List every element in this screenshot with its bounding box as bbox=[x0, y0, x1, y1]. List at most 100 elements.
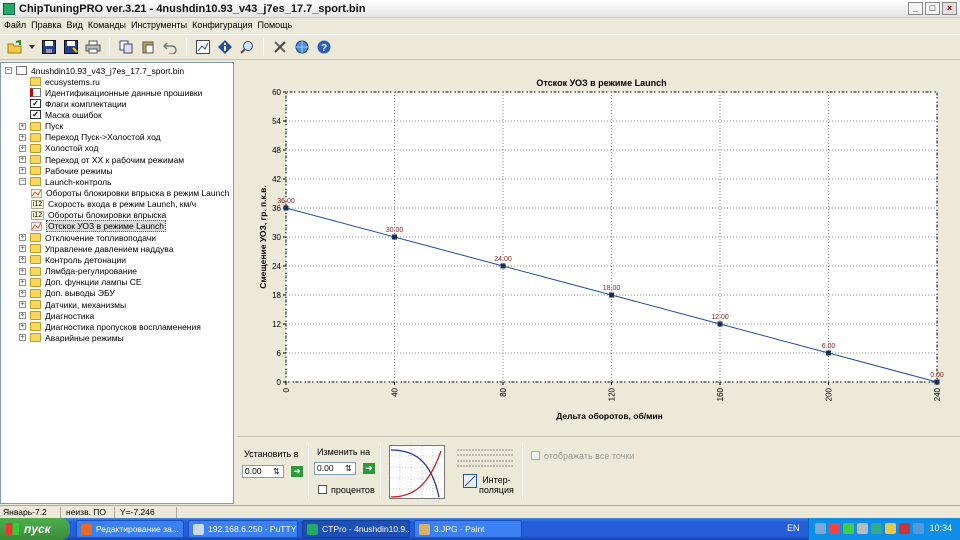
tree-item[interactable]: + Холостой ход bbox=[19, 143, 98, 154]
expand-icon[interactable]: + bbox=[19, 323, 26, 331]
expand-icon[interactable]: + bbox=[19, 133, 26, 141]
tree-item[interactable]: + Управление давлением наддува bbox=[19, 243, 173, 254]
tree-item[interactable]: + Переход от ХХ к рабочим режимам bbox=[19, 154, 184, 165]
task-firefox[interactable]: Редактирование за... bbox=[76, 520, 184, 538]
menu-tools[interactable]: Инструменты bbox=[130, 18, 191, 32]
tree-item[interactable]: + Лямбда-регулирование bbox=[19, 266, 137, 277]
tree-item[interactable]: ecusystems.ru bbox=[19, 76, 100, 87]
collapse-icon[interactable]: − bbox=[19, 178, 26, 186]
language-indicator[interactable]: EN bbox=[787, 523, 800, 533]
network-tray-icon[interactable] bbox=[815, 523, 826, 534]
interpolation-button[interactable]: Интер- поляция bbox=[479, 475, 514, 495]
apply-change-button[interactable]: ➜ bbox=[363, 463, 375, 474]
tree-item[interactable]: + Пуск bbox=[19, 121, 63, 132]
expand-icon[interactable]: + bbox=[19, 267, 26, 275]
chart[interactable]: 0 6 12 18 24 30 36 42 48 54 60 0 40 80 120 160 200 240 Отс… bbox=[237, 62, 960, 434]
status-separator bbox=[114, 507, 115, 518]
tree-item[interactable]: + Доп. функции лампы CE bbox=[19, 277, 142, 288]
data-point bbox=[934, 379, 940, 385]
tree-item[interactable]: Идентификационные данные прошивки bbox=[19, 87, 202, 98]
show-all-points-checkbox[interactable] bbox=[531, 451, 540, 460]
volume-icon[interactable] bbox=[913, 523, 924, 534]
undo-icon[interactable] bbox=[161, 38, 179, 56]
expand-icon[interactable]: + bbox=[19, 144, 26, 152]
menu-configuration[interactable]: Конфигурация bbox=[191, 18, 256, 32]
expand-icon[interactable]: + bbox=[19, 278, 26, 286]
task-ctpro[interactable]: CTPro - 4nushdin10.9... bbox=[302, 520, 410, 538]
expand-icon[interactable]: + bbox=[19, 245, 26, 253]
antivirus-tray-icon[interactable] bbox=[829, 523, 840, 534]
network-icon[interactable] bbox=[293, 38, 311, 56]
chart-view-icon[interactable] bbox=[194, 38, 212, 56]
expand-icon[interactable]: + bbox=[19, 167, 26, 175]
tray-icon[interactable] bbox=[899, 523, 910, 534]
tree-item[interactable]: + Доп. выводы ЭБУ bbox=[19, 288, 115, 299]
tree-item[interactable]: + Рабочие режимы bbox=[19, 165, 113, 176]
tree-item[interactable]: Обороты блокировки впрыска в режим Launc… bbox=[31, 188, 229, 199]
tree-item[interactable]: + Диагностика bbox=[19, 310, 94, 321]
tray-icon[interactable] bbox=[871, 523, 882, 534]
search-icon[interactable] bbox=[238, 38, 256, 56]
tray-icon[interactable] bbox=[857, 523, 868, 534]
help-icon[interactable]: ? bbox=[315, 38, 333, 56]
tray-icon[interactable] bbox=[885, 523, 896, 534]
expand-icon[interactable]: + bbox=[19, 289, 26, 297]
tree-item[interactable]: − Launch-контроль bbox=[19, 176, 112, 187]
expand-icon[interactable]: + bbox=[19, 256, 26, 264]
interpolation-slider-icon[interactable] bbox=[456, 445, 514, 467]
close-button[interactable]: × bbox=[942, 2, 957, 15]
y-axis-label: Смещение УОЗ, гр. п.к.в. bbox=[258, 185, 268, 288]
change-value-input[interactable]: 0.00 ⇅ bbox=[314, 462, 356, 475]
tree-item[interactable]: + Отключение топливоподачи bbox=[19, 232, 156, 243]
curve-shape-icon[interactable] bbox=[389, 445, 445, 499]
tree-item[interactable]: ✓ Маска ошибок bbox=[19, 109, 102, 120]
spin-icon[interactable]: ⇅ bbox=[273, 467, 282, 476]
start-button[interactable]: пуск bbox=[0, 518, 70, 540]
info-icon[interactable] bbox=[216, 38, 234, 56]
collapse-icon[interactable]: − bbox=[5, 67, 12, 74]
open-icon[interactable] bbox=[6, 38, 24, 56]
tree-item[interactable]: + Диагностика пропусков воспламенения bbox=[19, 321, 201, 332]
spin-icon[interactable]: ⇅ bbox=[345, 464, 354, 473]
tree-item[interactable]: i12 Обороты блокировки впрыска bbox=[31, 210, 166, 221]
menu-commands[interactable]: Команды bbox=[87, 18, 130, 32]
tree-item[interactable]: + Переход Пуск->Холостой ход bbox=[19, 132, 161, 143]
expand-icon[interactable]: + bbox=[19, 301, 26, 308]
paste-icon[interactable] bbox=[139, 38, 157, 56]
task-paint[interactable]: 3.JPG - Paint bbox=[414, 520, 522, 538]
expand-icon[interactable]: + bbox=[19, 312, 26, 320]
tray-icon[interactable] bbox=[843, 523, 854, 534]
expand-icon[interactable]: + bbox=[19, 122, 26, 130]
menu-file[interactable]: Файл bbox=[3, 18, 30, 32]
menu-view[interactable]: Вид bbox=[66, 18, 87, 32]
tree-item[interactable]: ✓ Флаги комплектации bbox=[19, 98, 126, 109]
chart-title: Отскок УОЗ в режиме Launch bbox=[536, 78, 666, 88]
expand-icon[interactable]: + bbox=[19, 334, 26, 342]
copy-icon[interactable] bbox=[117, 38, 135, 56]
interpolation-icon[interactable] bbox=[463, 474, 477, 488]
tree-item[interactable]: + Датчики, механизмы bbox=[19, 299, 126, 310]
dropdown-icon[interactable] bbox=[28, 38, 36, 56]
panel-separator bbox=[380, 443, 381, 499]
tree-item[interactable]: i12 Скорость входа в режим Launch, км/ч bbox=[31, 199, 196, 210]
set-value-input[interactable]: 0.00 ⇅ bbox=[242, 465, 284, 478]
tree-item[interactable]: + Аварийные режимы bbox=[19, 332, 124, 343]
maximize-button[interactable]: □ bbox=[925, 2, 940, 15]
tree-item[interactable]: + Контроль детонации bbox=[19, 254, 126, 265]
task-putty[interactable]: 192.168.6.250 - PuTTY bbox=[188, 520, 298, 538]
print-icon[interactable] bbox=[84, 38, 102, 56]
save-as-icon[interactable] bbox=[62, 38, 80, 56]
tree-root[interactable]: − 4nushdin10.93_v43_j7es_17.7_sport.bin bbox=[5, 65, 184, 76]
percent-checkbox[interactable] bbox=[318, 485, 327, 494]
menu-edit[interactable]: Правка bbox=[30, 18, 65, 32]
tree-item[interactable]: Отскок УОЗ в режиме Launch bbox=[31, 220, 166, 233]
edit-panel: Установить в 0.00 ⇅ ➜ Изменить на 0.00 ⇅… bbox=[237, 436, 960, 504]
expand-icon[interactable]: + bbox=[19, 234, 26, 242]
menu-help[interactable]: Помощь bbox=[257, 18, 297, 32]
save-icon[interactable] bbox=[40, 38, 58, 56]
tools-icon[interactable] bbox=[271, 38, 289, 56]
expand-icon[interactable]: + bbox=[19, 156, 26, 164]
minimize-button[interactable]: _ bbox=[908, 2, 923, 15]
window-title: ChipTuningPRO ver.3.21 - 4nushdin10.93_v… bbox=[19, 3, 366, 15]
apply-set-button[interactable]: ➜ bbox=[291, 466, 303, 477]
